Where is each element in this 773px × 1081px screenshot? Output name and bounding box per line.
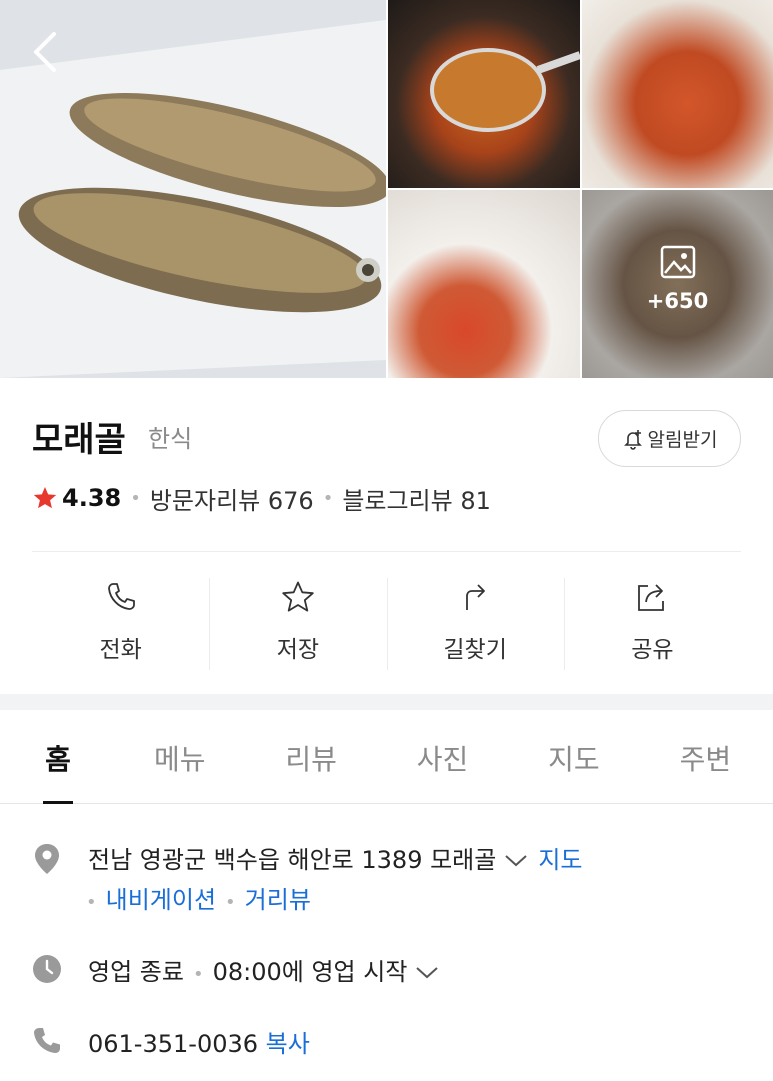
chevron-down-icon[interactable] <box>415 966 439 980</box>
blog-reviews-link[interactable]: 블로그리뷰 81 <box>342 481 491 516</box>
tab-home[interactable]: 홈 <box>2 710 114 803</box>
map-link[interactable]: 지도 <box>538 846 582 874</box>
tab-reviews[interactable]: 리뷰 <box>245 710 376 803</box>
phone-row: 061-351-0036 복사 <box>32 1024 752 1064</box>
save-button[interactable]: 저장 <box>209 578 386 670</box>
section-separator <box>0 694 773 710</box>
photo-gallery: my +650 <box>0 0 773 378</box>
photo-more[interactable]: +650 <box>582 190 773 378</box>
phone-filled-icon <box>34 1028 60 1053</box>
photo-more-count: +650 <box>646 289 709 313</box>
chevron-down-icon[interactable] <box>504 854 528 868</box>
tab-map[interactable]: 지도 <box>508 710 639 803</box>
alert-label: 알림받기 <box>647 429 718 451</box>
visitor-reviews-link[interactable]: 방문자리뷰 676 <box>150 481 314 516</box>
directions-label: 길찾기 <box>443 637 507 663</box>
divider <box>32 551 741 552</box>
navigation-link[interactable]: 내비게이션 <box>106 886 216 914</box>
phone-icon <box>107 583 135 610</box>
rating-score: 4.38 <box>62 484 122 512</box>
call-label: 전화 <box>99 637 142 663</box>
phone-number: 061-351-0036 <box>88 1030 259 1058</box>
clock-icon <box>33 955 61 983</box>
share-button[interactable]: 공유 <box>563 578 741 670</box>
save-label: 저장 <box>276 637 320 663</box>
star-rating-icon <box>33 486 57 509</box>
photo-soup[interactable] <box>388 0 580 188</box>
tab-nearby[interactable]: 주변 <box>640 710 771 803</box>
photo-side-dish[interactable]: my <box>582 0 773 188</box>
directions-button[interactable]: 길찾기 <box>386 578 564 670</box>
directions-icon <box>466 584 486 610</box>
place-category: 한식 <box>148 425 193 453</box>
share-label: 공유 <box>631 637 674 663</box>
image-icon <box>660 245 695 279</box>
address-row: 전남 영광군 백수읍 해안로 1389 모래골 지도 • 내비게이션 • 거리뷰 <box>32 840 752 920</box>
hours-status: 영업 종료 <box>88 958 184 986</box>
tab-menu[interactable]: 메뉴 <box>114 710 245 803</box>
call-button[interactable]: 전화 <box>32 578 209 670</box>
location-pin-icon <box>35 844 59 874</box>
street-view-link[interactable]: 거리뷰 <box>245 886 311 914</box>
action-bar: 전화 저장 길찾기 공유 <box>32 578 741 670</box>
address-text: 전남 영광군 백수읍 해안로 1389 모래골 <box>88 846 497 874</box>
photo-kimchi-dish[interactable] <box>388 190 580 378</box>
place-name: 모래골 <box>32 420 126 460</box>
soup-ladle-illustration <box>430 48 580 132</box>
back-arrow-icon[interactable] <box>26 28 66 76</box>
rating-row: 4.38 • 방문자리뷰 676 • 블로그리뷰 81 <box>32 481 491 515</box>
share-icon <box>638 584 665 611</box>
tab-photos[interactable]: 사진 <box>377 710 508 803</box>
tab-bar: 홈 메뉴 리뷰 사진 지도 주변 <box>0 710 773 804</box>
alert-subscribe-button[interactable]: 알림받기 <box>598 410 741 467</box>
star-icon <box>282 581 314 612</box>
main-photo-fish[interactable] <box>0 0 386 378</box>
copy-phone-button[interactable]: 복사 <box>266 1030 310 1058</box>
hours-next-open: 08:00에 영업 시작 <box>212 958 408 986</box>
bell-plus-icon <box>623 429 642 450</box>
hours-row: 영업 종료 • 08:00에 영업 시작 <box>32 952 752 992</box>
